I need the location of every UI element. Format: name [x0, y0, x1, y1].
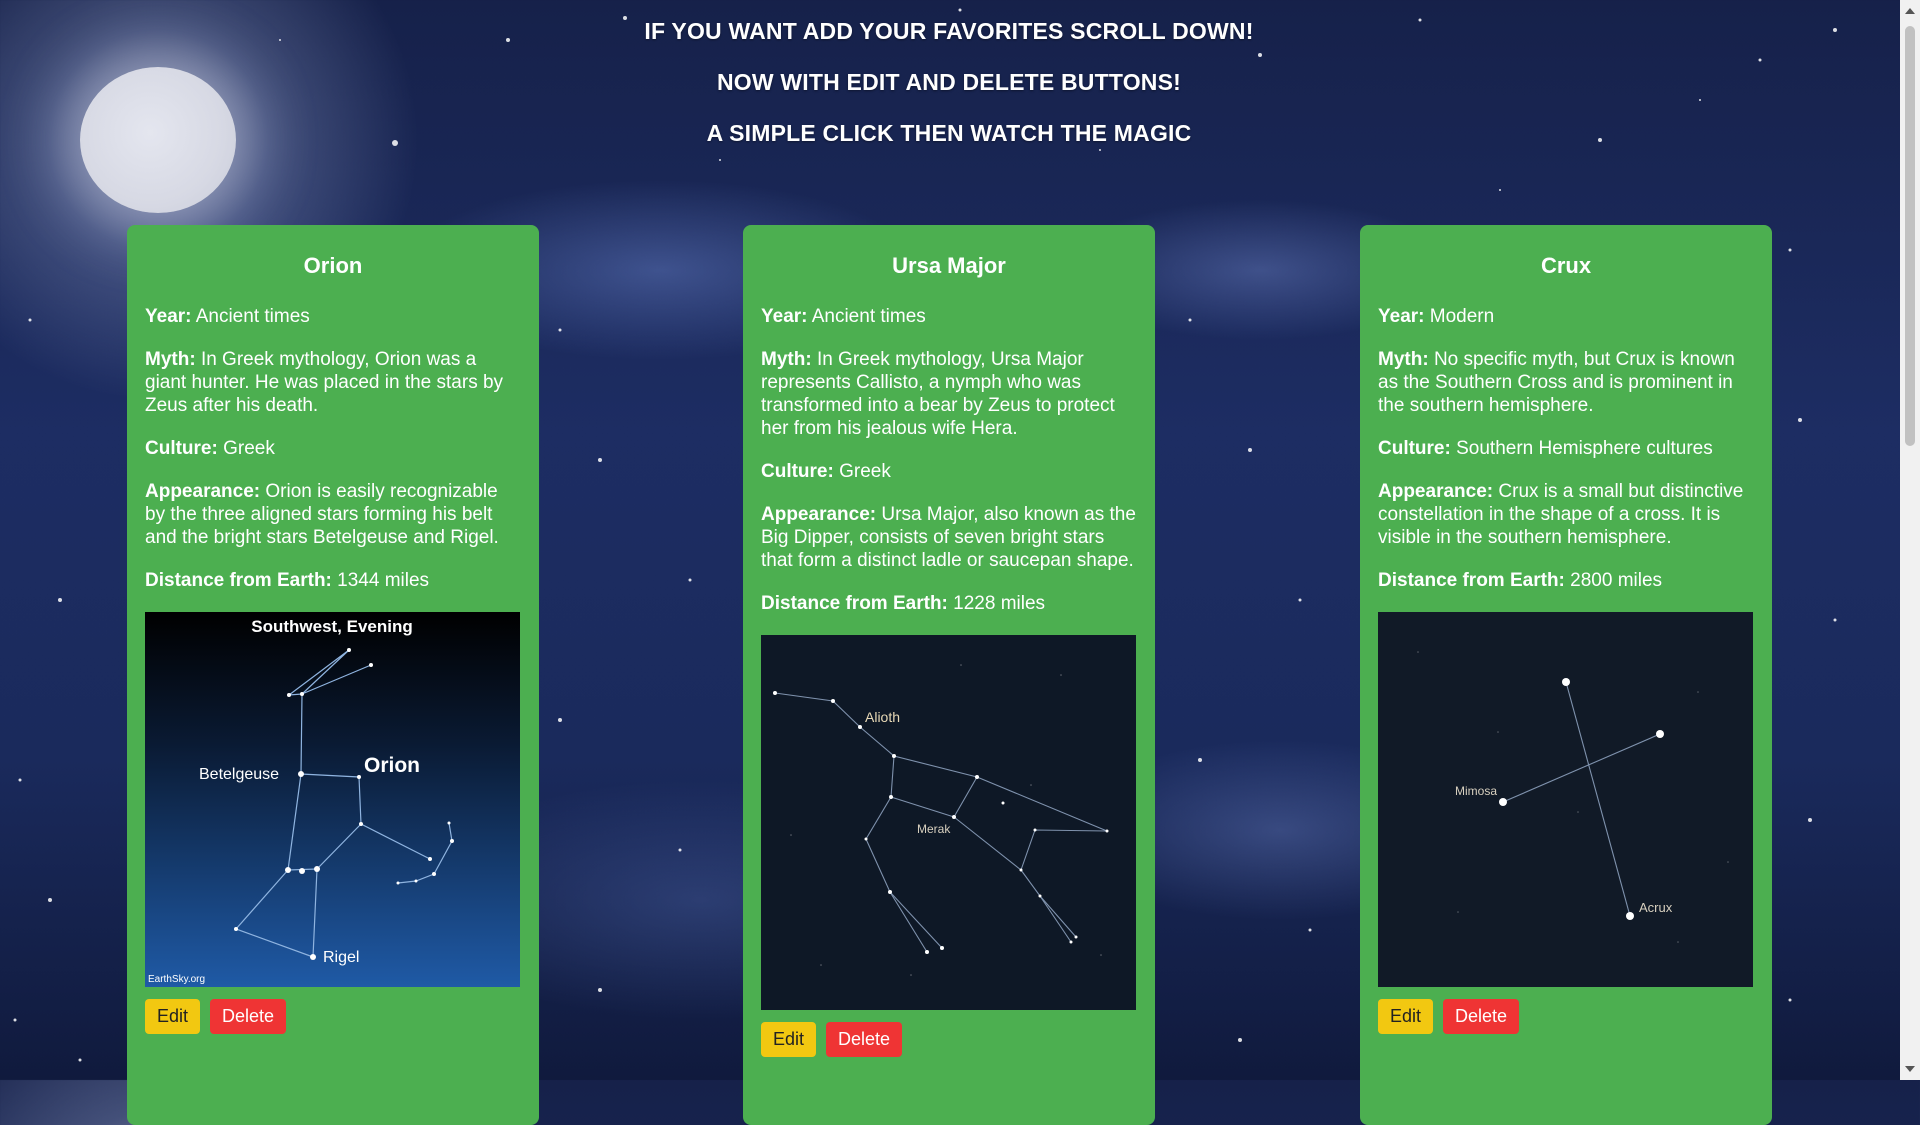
image-star-label-rigel: Rigel	[323, 949, 359, 966]
card-title: Ursa Major	[892, 253, 1006, 278]
card-culture: Culture: Southern Hemisphere cultures	[1378, 438, 1713, 459]
scroll-up-icon[interactable]	[1905, 8, 1915, 14]
card-myth: Myth: In Greek mythology, Orion was a gi…	[145, 349, 504, 416]
card-myth: Myth: No specific myth, but Crux is know…	[1378, 349, 1735, 416]
scrollbar-thumb[interactable]	[1905, 26, 1915, 446]
card-distance: Distance from Earth: 1228 miles	[761, 593, 1046, 614]
image-star-label-merak: Merak	[917, 822, 951, 836]
vertical-scrollbar[interactable]	[1900, 0, 1920, 1080]
card-title: Crux	[1540, 253, 1592, 278]
card-title: Orion	[303, 253, 363, 278]
edit-button[interactable]: Edit	[761, 1022, 817, 1057]
constellation-card-ursa-major: Ursa Major Year: Ancient times Myth: In …	[743, 225, 1155, 1125]
card-appearance: Appearance: Ursa Major, also known as th…	[761, 504, 1136, 571]
image-credit: EarthSky.org	[148, 974, 205, 985]
delete-button[interactable]: Delete	[1443, 999, 1520, 1034]
image-constellation-label: Orion	[364, 754, 420, 777]
header-line-2: NOW WITH EDIT AND DELETE BUTTONS!	[716, 69, 1182, 95]
header-line-3: A SIMPLE CLICK THEN WATCH THE MAGIC	[706, 120, 1192, 146]
constellation-image-crux: Mimosa Acrux	[1378, 612, 1753, 987]
scroll-down-icon[interactable]	[1905, 1066, 1915, 1072]
constellation-image-orion: Southwest, Evening Orion Betelgeuse Rige…	[145, 612, 520, 987]
delete-button[interactable]: Delete	[210, 999, 287, 1034]
edit-button[interactable]: Edit	[1378, 999, 1434, 1034]
card-appearance: Appearance: Orion is easily recognizable…	[145, 481, 499, 548]
image-title: Southwest, Evening	[251, 617, 413, 636]
constellation-image-ursa-major: Alioth Merak	[761, 635, 1136, 1010]
card-distance: Distance from Earth: 2800 miles	[1378, 570, 1663, 591]
delete-button[interactable]: Delete	[826, 1022, 903, 1057]
card-year: Year: Ancient times	[145, 306, 310, 327]
image-star-label-mimosa: Mimosa	[1455, 784, 1497, 798]
card-culture: Culture: Greek	[145, 438, 275, 459]
edit-button[interactable]: Edit	[145, 999, 201, 1034]
constellation-card-crux: Crux Year: Modern Myth: No specific myth…	[1360, 225, 1772, 1125]
image-star-label-acrux: Acrux	[1639, 900, 1673, 915]
card-distance: Distance from Earth: 1344 miles	[145, 570, 430, 591]
image-star-label-alioth: Alioth	[865, 709, 900, 725]
page-header: IF YOU WANT ADD YOUR FAVORITES SCROLL DO…	[0, 18, 1898, 171]
card-appearance: Appearance: Crux is a small but distinct…	[1378, 481, 1744, 548]
card-culture: Culture: Greek	[761, 461, 891, 482]
card-year: Year: Ancient times	[761, 306, 926, 327]
card-year: Year: Modern	[1378, 306, 1495, 327]
image-star-label-betelgeuse: Betelgeuse	[199, 766, 279, 783]
constellation-card-orion: Orion Year: Ancient times Myth: In Greek…	[127, 225, 539, 1125]
header-line-1: IF YOU WANT ADD YOUR FAVORITES SCROLL DO…	[644, 18, 1254, 44]
card-myth: Myth: In Greek mythology, Ursa Major rep…	[761, 349, 1115, 439]
